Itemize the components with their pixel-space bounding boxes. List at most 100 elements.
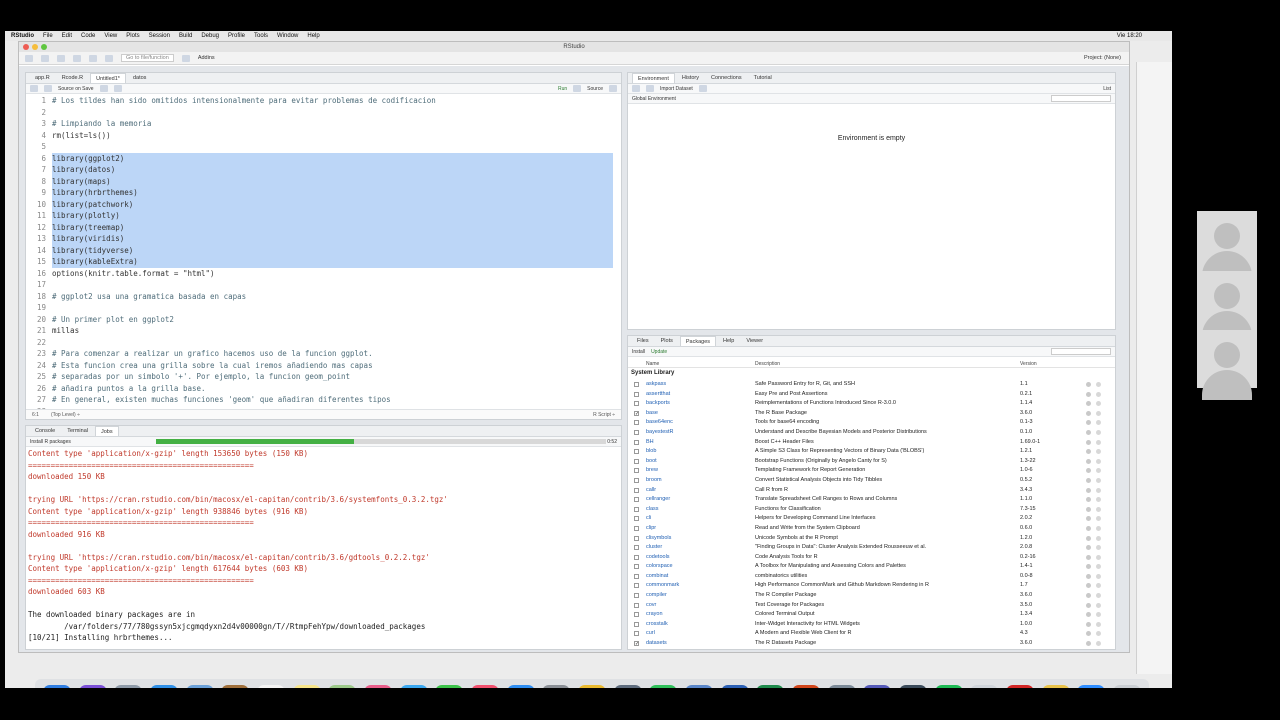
import-dataset-button[interactable]: Import Dataset [660,86,693,92]
browse-icon[interactable] [1086,525,1091,531]
new-file-icon[interactable] [25,54,33,62]
remove-package-icon[interactable] [1096,439,1101,445]
col-description[interactable]: Description [755,361,780,367]
package-checkbox[interactable] [634,564,639,570]
remove-package-icon[interactable] [1096,516,1101,522]
remove-package-icon[interactable] [1096,401,1101,407]
console-output[interactable]: Content type 'application/x-gzip' length… [28,448,615,647]
browse-icon[interactable] [1086,593,1091,599]
package-checkbox[interactable] [634,593,639,599]
update-button[interactable]: Update [651,349,667,355]
package-name-link[interactable]: boot [646,458,657,464]
browse-icon[interactable] [1086,382,1091,387]
browse-icon[interactable] [1086,458,1091,464]
package-checkbox[interactable] [634,391,639,397]
remove-package-icon[interactable] [1096,382,1101,387]
maps-icon[interactable] [328,685,357,688]
remove-package-icon[interactable] [1096,621,1101,627]
package-checkbox[interactable] [634,621,639,627]
remove-package-icon[interactable] [1096,468,1101,474]
browse-icon[interactable] [1086,641,1091,647]
tab-environment[interactable]: Environment [632,73,675,83]
browse-icon[interactable] [1086,401,1091,407]
remove-package-icon[interactable] [1096,602,1101,608]
browse-icon[interactable] [1086,410,1091,416]
open-project-icon[interactable] [41,54,49,62]
math-icon[interactable]: Σ [613,685,642,688]
browse-icon[interactable] [1086,429,1091,435]
package-name-link[interactable]: askpass [646,381,666,387]
browse-icon[interactable] [1086,583,1091,589]
tab-datos[interactable]: datos [128,73,151,83]
package-checkbox[interactable] [634,468,639,474]
browse-icon[interactable] [1086,602,1091,608]
package-checkbox[interactable] [634,573,639,579]
notes-book-icon[interactable] [221,685,250,688]
menu-debug[interactable]: Debug [201,33,219,39]
col-name[interactable]: Name [646,361,659,367]
package-name-link[interactable]: clipr [646,525,656,531]
facetime-icon[interactable] [435,685,464,688]
tab-history[interactable]: History [677,73,704,83]
package-name-link[interactable]: codetools [646,554,670,560]
zoom-window-button[interactable] [41,44,47,50]
rerun-icon[interactable] [573,85,582,92]
package-checkbox[interactable] [634,506,639,512]
browse-icon[interactable] [1086,535,1091,541]
music-icon[interactable] [470,685,499,688]
browse-icon[interactable] [1086,506,1091,512]
install-button[interactable]: Install [632,349,645,355]
package-name-link[interactable]: covr [646,602,656,608]
save-all-icon[interactable] [89,54,97,62]
close-window-button[interactable] [23,44,29,50]
browse-icon[interactable] [1086,487,1091,493]
system-preferences-icon[interactable] [542,685,571,688]
goto-file-input[interactable]: Go to file/function [121,54,174,62]
tab-connections[interactable]: Connections [706,73,747,83]
package-checkbox[interactable] [634,583,639,589]
remove-package-icon[interactable] [1096,554,1101,560]
tab-plots[interactable]: Plots [656,336,678,346]
package-checkbox[interactable] [634,477,639,483]
browse-icon[interactable] [1086,564,1091,570]
menu-session[interactable]: Session [149,33,170,39]
package-name-link[interactable]: cli [646,515,651,521]
menu-build[interactable]: Build [179,33,192,39]
wand-icon[interactable] [113,85,122,92]
package-checkbox[interactable] [634,602,639,608]
package-checkbox[interactable] [634,439,639,445]
utility-icon[interactable] [1041,685,1070,688]
open-file-icon[interactable] [57,54,65,62]
remove-package-icon[interactable] [1096,429,1101,435]
package-checkbox[interactable] [634,612,639,618]
save-icon[interactable] [73,54,81,62]
image-capture-icon[interactable] [827,685,856,688]
browse-icon[interactable] [1086,554,1091,560]
browse-icon[interactable] [1086,621,1091,627]
package-checkbox[interactable] [634,382,639,387]
package-checkbox[interactable] [634,401,639,407]
package-checkbox[interactable] [634,458,639,464]
browse-icon[interactable] [1086,391,1091,397]
remove-package-icon[interactable] [1096,593,1101,599]
menu-help[interactable]: Help [307,33,319,39]
remove-package-icon[interactable] [1096,420,1101,426]
remove-package-icon[interactable] [1096,477,1101,483]
addins-menu[interactable]: Addins [198,55,215,61]
package-name-link[interactable]: clisymbols [646,535,671,541]
siri-icon[interactable] [78,685,107,688]
source-button[interactable]: Source [587,86,603,92]
menu-profile[interactable]: Profile [228,33,245,39]
package-name-link[interactable]: bayestestR [646,429,674,435]
source-on-save-checkbox[interactable]: Source on Save [58,86,94,92]
package-name-link[interactable]: datasets [646,640,667,646]
save-doc-icon[interactable] [44,85,52,92]
tab-help[interactable]: Help [718,336,739,346]
preview-icon[interactable] [185,685,214,688]
finder-icon[interactable] [42,685,71,688]
excel-icon[interactable]: X [756,685,785,688]
menu-edit[interactable]: Edit [62,33,72,39]
package-checkbox[interactable] [634,429,639,435]
run-button[interactable]: Run [558,86,567,92]
r-icon[interactable]: R [684,685,713,688]
